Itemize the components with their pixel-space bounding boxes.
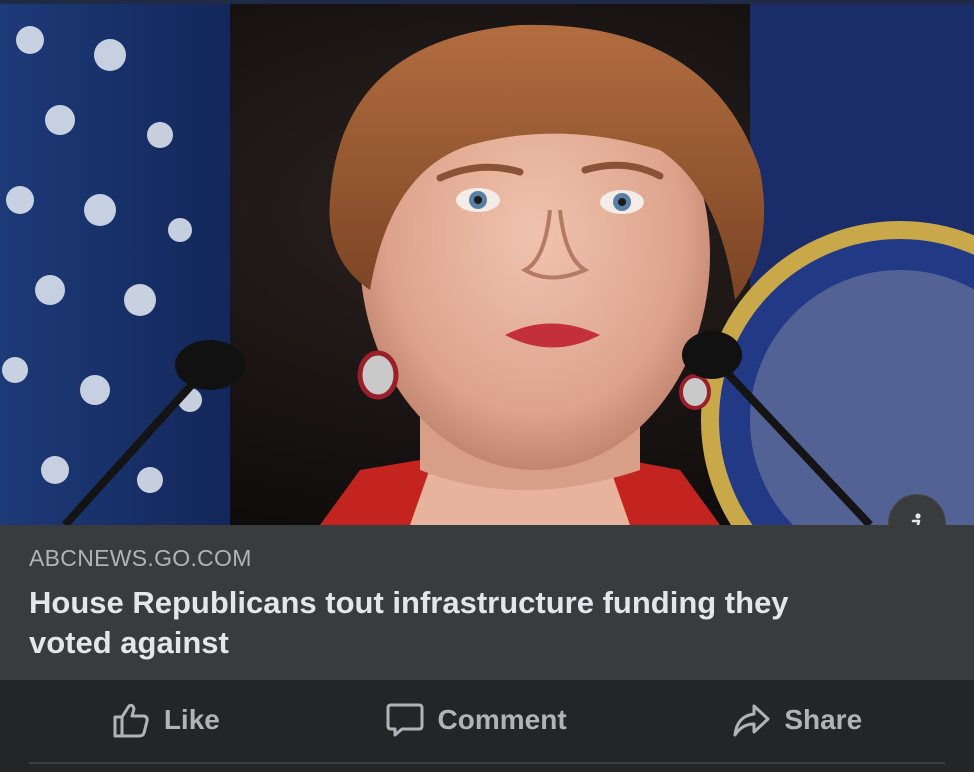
link-preview-image[interactable] — [0, 0, 974, 525]
divider — [29, 762, 945, 764]
link-headline[interactable]: House Republicans tout infrastructure fu… — [29, 583, 879, 663]
link-preview-meta[interactable]: ABCNEWS.GO.COM House Republicans tout in… — [0, 525, 974, 680]
comment-label: Comment — [437, 704, 567, 735]
thumbs-up-icon — [113, 703, 149, 738]
post-actions-bar: Like Comment Share — [29, 680, 945, 760]
like-label: Like — [163, 704, 220, 735]
share-button[interactable]: Share — [732, 702, 862, 738]
comment-button[interactable]: Comment — [386, 702, 567, 738]
share-label: Share — [784, 704, 863, 735]
post-card: ABCNEWS.GO.COM House Republicans tout in… — [0, 0, 974, 772]
comment-icon — [386, 703, 424, 737]
like-button[interactable]: Like — [112, 702, 220, 738]
news-photo — [0, 0, 974, 525]
share-icon — [733, 704, 770, 737]
link-domain: ABCNEWS.GO.COM — [29, 545, 252, 571]
